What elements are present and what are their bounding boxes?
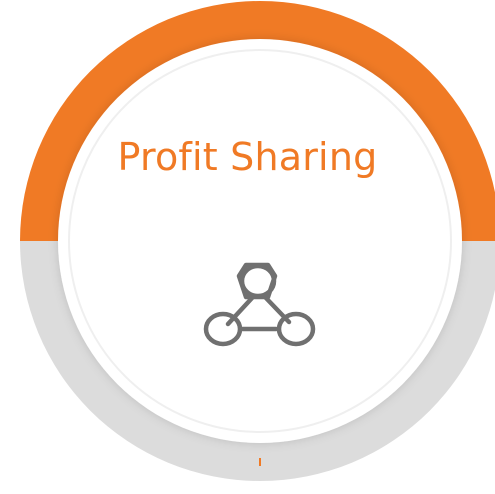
profit-sharing-badge — [20, 1, 495, 481]
inner-disc — [58, 39, 462, 443]
badge-title: Profit Sharing — [117, 135, 378, 179]
